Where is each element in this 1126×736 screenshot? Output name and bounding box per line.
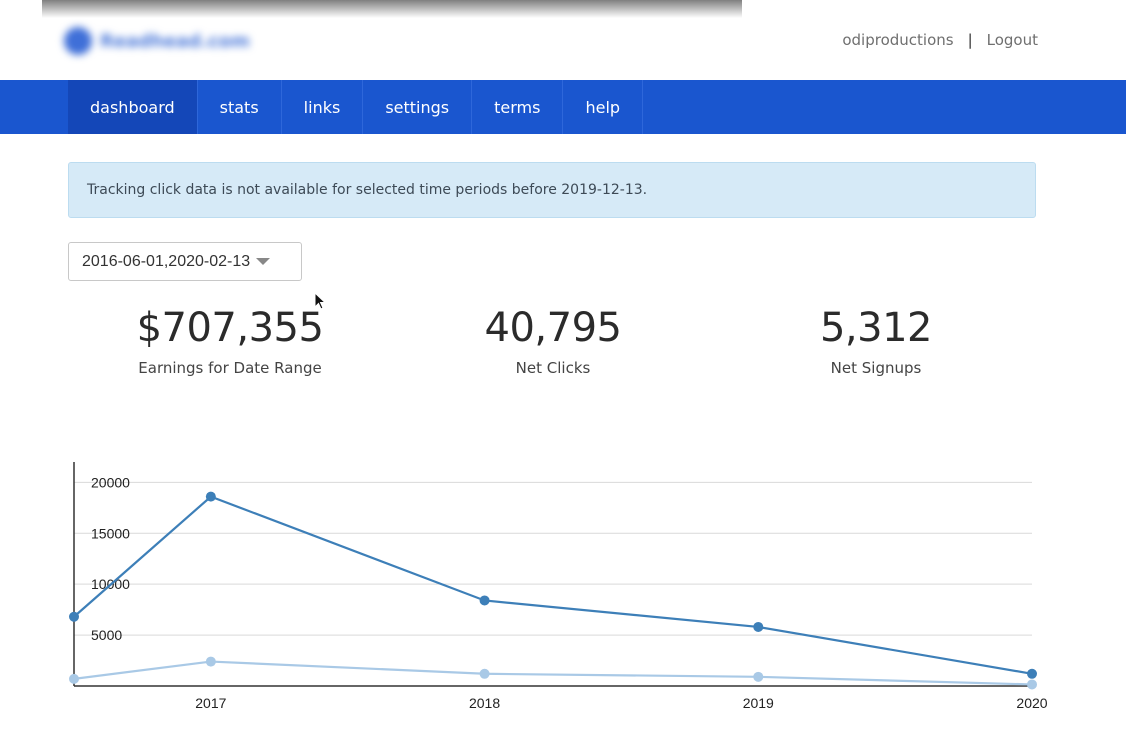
x-tick-label: 2017: [195, 695, 226, 711]
x-tick-label: 2018: [469, 695, 500, 711]
data-point: [69, 673, 79, 684]
stat-earnings-label: Earnings for Date Range: [138, 359, 322, 377]
stat-earnings: $707,355 Earnings for Date Range: [80, 305, 380, 377]
data-point: [479, 595, 490, 606]
logo-text: Readhead.com: [100, 30, 250, 52]
stat-signups-label: Net Signups: [830, 359, 922, 377]
series-line: [73, 660, 1033, 686]
data-point: [69, 611, 79, 622]
nav-stats[interactable]: stats: [198, 80, 282, 134]
data-point: [1027, 668, 1037, 679]
nav-dashboard[interactable]: dashboard: [68, 80, 198, 134]
x-tick-label: 2020: [1016, 695, 1047, 711]
nav-terms[interactable]: terms: [472, 80, 564, 134]
data-point: [205, 491, 216, 502]
y-tick-label: 5000: [91, 627, 122, 643]
site-logo[interactable]: Readhead.com: [64, 26, 269, 56]
stat-signups-value: 5,312: [819, 305, 933, 351]
user-separator: |: [967, 31, 973, 49]
data-point: [479, 668, 490, 679]
logo-icon: [64, 27, 92, 55]
logout-link[interactable]: Logout: [987, 31, 1038, 49]
chevron-down-icon: [256, 258, 271, 265]
date-range-select[interactable]: 2016-06-01,2020-02-13: [68, 242, 302, 281]
user-menu: odiproductions | Logout: [842, 31, 1038, 49]
info-alert: Tracking click data is not available for…: [68, 162, 1036, 218]
nav-help[interactable]: help: [563, 80, 644, 134]
username-link[interactable]: odiproductions: [842, 31, 953, 49]
top-shadow: [42, 0, 742, 18]
data-point: [205, 656, 216, 667]
x-tick-label: 2019: [743, 695, 774, 711]
data-point: [1027, 679, 1037, 690]
stat-clicks: 40,795 Net Clicks: [403, 305, 703, 377]
stat-clicks-label: Net Clicks: [515, 359, 591, 377]
stat-earnings-value: $707,355: [136, 305, 324, 351]
earnings-line-chart: 50001000015000200002017 2018 2019 2020: [69, 462, 1048, 711]
series-line: [73, 495, 1033, 675]
y-tick-label: 15000: [91, 525, 130, 541]
data-point: [753, 621, 764, 632]
y-tick-label: 20000: [91, 474, 130, 490]
alert-text: Tracking click data is not available for…: [87, 182, 648, 198]
data-point: [753, 671, 764, 682]
stat-clicks-value: 40,795: [484, 305, 622, 351]
stat-signups: 5,312 Net Signups: [726, 305, 1026, 377]
main-nav: dashboard stats links settings terms hel…: [0, 80, 1126, 134]
nav-settings[interactable]: settings: [363, 80, 473, 134]
date-range-value: 2016-06-01,2020-02-13: [82, 252, 251, 270]
nav-links[interactable]: links: [282, 80, 364, 134]
